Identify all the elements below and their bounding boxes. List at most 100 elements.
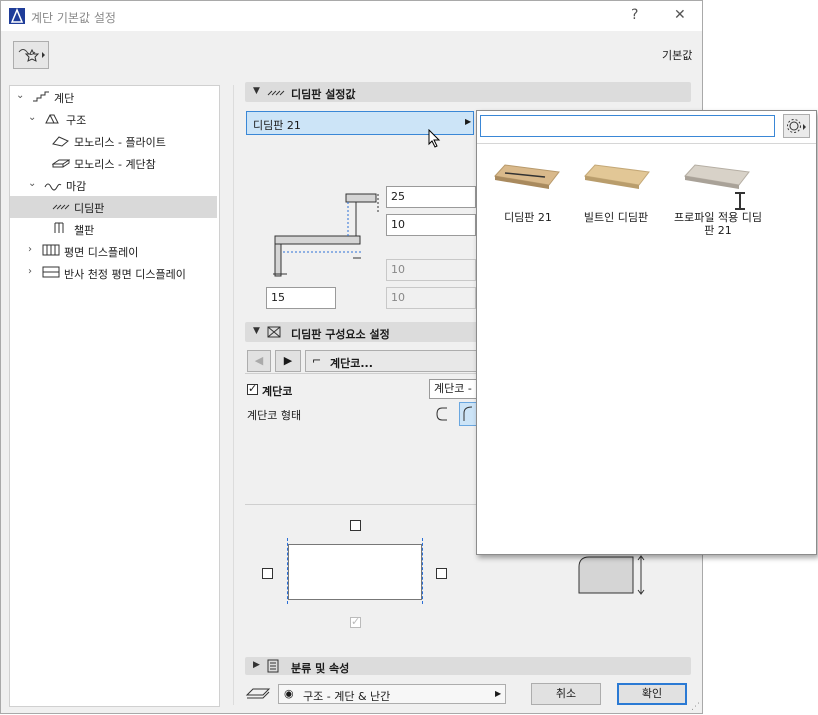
tread-settings-header[interactable]: ▼ 디딤판 설정값 bbox=[245, 82, 691, 102]
tread-profile-diagram bbox=[273, 193, 379, 277]
tree-item-tread[interactable]: 디딤판 bbox=[10, 196, 217, 218]
structure-icon bbox=[45, 114, 59, 124]
checkmark-icon: ✓ bbox=[351, 615, 361, 628]
dimension-b-field: 10 bbox=[386, 287, 476, 309]
stair-icon bbox=[33, 91, 49, 102]
tree-item-finish[interactable]: ⌄ 마감 bbox=[10, 174, 217, 196]
settings-tree: ⌄ 계단 ⌄ 구조 모노리스 - 플라이트 모노리스 - 계단참 ⌄ 마감 디딤… bbox=[9, 85, 220, 707]
collapsed-triangle-icon: ▶ bbox=[253, 660, 260, 670]
panel-divider bbox=[233, 85, 234, 705]
tree-item-structure[interactable]: ⌄ 구조 bbox=[10, 108, 217, 130]
tread-edge-preview bbox=[288, 544, 422, 600]
tree-label: 계단 bbox=[54, 92, 75, 105]
nosing-shape-label: 계단코 형태 bbox=[247, 409, 302, 422]
tree-label: 모노리스 - 플라이트 bbox=[74, 136, 166, 149]
window-title: 계단 기본값 설정 bbox=[31, 11, 116, 25]
expand-chevron-icon[interactable]: › bbox=[28, 266, 32, 277]
tread-thumbnail-image bbox=[584, 164, 650, 189]
tree-label: 평면 디스플레이 bbox=[64, 246, 139, 259]
tree-label: 디딤판 bbox=[74, 202, 105, 215]
close-button[interactable]: ✕ bbox=[674, 7, 686, 23]
favorites-button[interactable] bbox=[13, 41, 49, 69]
library-item[interactable]: 빌트인 디딤판 bbox=[571, 156, 661, 224]
tree-label: 구조 bbox=[66, 114, 87, 127]
section-title: 디딤판 구성요소 설정 bbox=[291, 328, 390, 341]
library-search-input[interactable] bbox=[480, 115, 775, 137]
ibeam-cursor-icon bbox=[735, 192, 745, 210]
rcp-icon bbox=[42, 266, 60, 278]
top-edge-checkbox[interactable] bbox=[350, 520, 361, 531]
thickness-field[interactable]: 25 bbox=[386, 186, 476, 208]
dimension-a-field: 10 bbox=[386, 259, 476, 281]
section-title: 디딤판 설정값 bbox=[291, 88, 356, 101]
component-nav-item[interactable]: ⌐ 계단코... bbox=[305, 350, 477, 372]
favorites-star-icon bbox=[18, 48, 45, 62]
divider bbox=[477, 143, 816, 144]
collapse-chevron-icon[interactable]: ⌄ bbox=[28, 112, 36, 123]
resize-grip-icon[interactable]: ⋰ bbox=[691, 702, 700, 712]
expanded-triangle-icon: ▼ bbox=[253, 326, 260, 336]
library-settings-button[interactable] bbox=[783, 114, 810, 138]
nosing-component-icon: ⌐ bbox=[312, 354, 322, 367]
defaults-label: 기본값 bbox=[662, 49, 693, 62]
previous-component-button[interactable]: ◀ bbox=[247, 350, 271, 372]
rounded-nosing-icon bbox=[436, 407, 447, 421]
title-bar: 계단 기본값 설정 ? ✕ bbox=[1, 1, 702, 31]
submenu-arrow-icon: ▶ bbox=[495, 689, 502, 698]
component-nav-label: 계단코... bbox=[330, 357, 373, 370]
tree-label: 챌판 bbox=[74, 224, 95, 237]
nosing-shape-option-round[interactable] bbox=[433, 404, 453, 424]
layer-icon bbox=[245, 688, 271, 699]
nosing-profile-diagram bbox=[578, 555, 645, 595]
riser-icon bbox=[54, 222, 64, 233]
divider bbox=[245, 373, 477, 374]
guide-line bbox=[422, 538, 424, 604]
offset-field[interactable]: 15 bbox=[266, 287, 336, 309]
gear-icon bbox=[787, 119, 806, 133]
right-edge-checkbox[interactable] bbox=[436, 568, 447, 579]
library-item-label: 프로파일 적용 디딤판 21 bbox=[674, 211, 762, 237]
classification-header[interactable]: ▶ 분류 및 속성 bbox=[245, 657, 691, 675]
nosing-checkbox[interactable]: ✓ bbox=[247, 382, 258, 395]
document-icon bbox=[267, 659, 279, 673]
archicad-app-icon bbox=[9, 8, 25, 24]
section-title: 분류 및 속성 bbox=[291, 662, 350, 675]
flight-icon bbox=[52, 136, 69, 147]
nosing-field[interactable]: 10 bbox=[386, 214, 476, 236]
tree-item-monolith-flight[interactable]: 모노리스 - 플라이트 bbox=[10, 130, 217, 152]
tree-item-floorplan-display[interactable]: › 평면 디스플레이 bbox=[10, 240, 217, 262]
tree-item-rcp-display[interactable]: › 반사 천정 평면 디스플레이 bbox=[10, 262, 217, 284]
bottom-edge-checkbox: ✓ bbox=[350, 615, 361, 628]
square-nosing-icon bbox=[463, 406, 473, 421]
library-item[interactable]: 프로파일 적용 디딤판 21 bbox=[673, 156, 763, 237]
tread-icon bbox=[52, 204, 70, 210]
library-item-label: 디딤판 21 bbox=[504, 211, 552, 224]
help-button[interactable]: ? bbox=[631, 7, 638, 23]
collapse-chevron-icon[interactable]: ⌄ bbox=[16, 90, 24, 101]
tread-type-value: 디딤판 21 bbox=[253, 119, 301, 132]
ok-button[interactable]: 확인 bbox=[617, 683, 687, 705]
next-component-button[interactable]: ▶ bbox=[275, 350, 301, 372]
tree-item-monolith-landing[interactable]: 모노리스 - 계단참 bbox=[10, 152, 217, 174]
collapse-chevron-icon[interactable]: ⌄ bbox=[28, 178, 36, 189]
layer-value: 구조 - 계단 & 난간 bbox=[303, 690, 391, 703]
nosing-shape-option-square[interactable] bbox=[459, 402, 477, 426]
library-item-label: 빌트인 디딤판 bbox=[583, 211, 649, 224]
tread-library-popup: 디딤판 21 빌트인 디딤판 프로파일 적용 디딤판 21 bbox=[476, 110, 817, 555]
tree-label: 모노리스 - 계단참 bbox=[74, 158, 156, 171]
expand-chevron-icon[interactable]: › bbox=[28, 244, 32, 255]
eye-icon: ◉ bbox=[284, 687, 294, 700]
nosing-select[interactable]: 계단코 - bbox=[429, 379, 477, 399]
submenu-arrow-icon: ▶ bbox=[465, 117, 472, 126]
tree-label: 반사 천정 평면 디스플레이 bbox=[64, 268, 186, 281]
cancel-button[interactable]: 취소 bbox=[531, 683, 601, 705]
library-item[interactable]: 디딤판 21 bbox=[483, 156, 573, 224]
mouse-cursor-icon bbox=[428, 129, 441, 148]
checkmark-icon: ✓ bbox=[248, 382, 258, 395]
tree-item-riser[interactable]: 챌판 bbox=[10, 218, 217, 240]
finish-icon bbox=[44, 183, 62, 191]
tree-item-stair[interactable]: ⌄ 계단 bbox=[10, 86, 217, 108]
layer-selector[interactable]: ◉ 구조 - 계단 & 난간 ▶ bbox=[278, 684, 506, 704]
left-edge-checkbox[interactable] bbox=[262, 568, 273, 579]
floorplan-icon bbox=[42, 244, 60, 256]
